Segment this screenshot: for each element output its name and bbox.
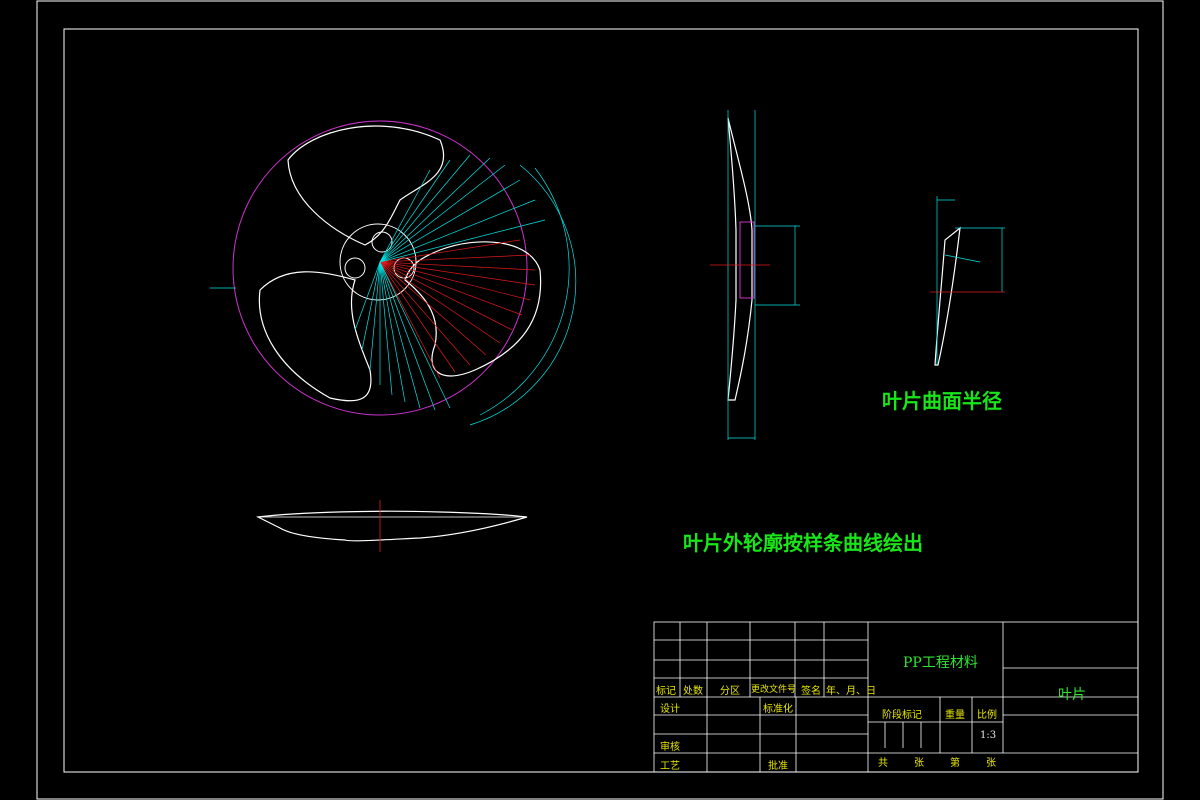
- dimension-rays: [354, 154, 577, 426]
- blade-radius-view: [930, 196, 1005, 366]
- header-review: 审核: [660, 742, 680, 753]
- note-blade-surface-radius: 叶片曲面半径: [882, 389, 1002, 413]
- header-page: 第: [950, 758, 960, 769]
- header-date: 年、月、日: [826, 686, 876, 697]
- header-stage-mark: 阶段标记: [882, 710, 922, 721]
- header-scale: 比例: [977, 710, 997, 721]
- header-change-doc: 更改文件号: [751, 685, 797, 695]
- header-mark: 标记: [656, 686, 676, 697]
- hub-hole-left: [344, 257, 366, 279]
- material-label: PP工程材料: [903, 655, 978, 671]
- header-sheets: 张: [914, 758, 924, 769]
- header-sheet-suffix: 张: [986, 758, 996, 769]
- fan-front-view: [210, 120, 577, 426]
- blade-side-profile: [255, 500, 528, 552]
- scale-value: 1:3: [980, 730, 997, 741]
- header-total: 共: [878, 758, 888, 769]
- header-count: 处数: [683, 686, 703, 697]
- header-standardization: 标准化: [763, 704, 793, 715]
- section-lines: [379, 239, 536, 379]
- header-approve: 批准: [768, 761, 788, 772]
- header-process: 工艺: [660, 761, 680, 772]
- header-design: 设计: [660, 704, 680, 715]
- header-signature: 签名: [801, 686, 821, 697]
- fan-blade-1: [287, 125, 445, 246]
- note-blade-outline-spline: 叶片外轮廓按样条曲线绘出: [683, 531, 923, 555]
- blade-section-view: [710, 110, 800, 440]
- header-weight: 重量: [945, 710, 965, 721]
- header-zone: 分区: [720, 686, 740, 697]
- cad-drawing-canvas: [36, 0, 1164, 800]
- part-name: 叶片: [1058, 687, 1086, 703]
